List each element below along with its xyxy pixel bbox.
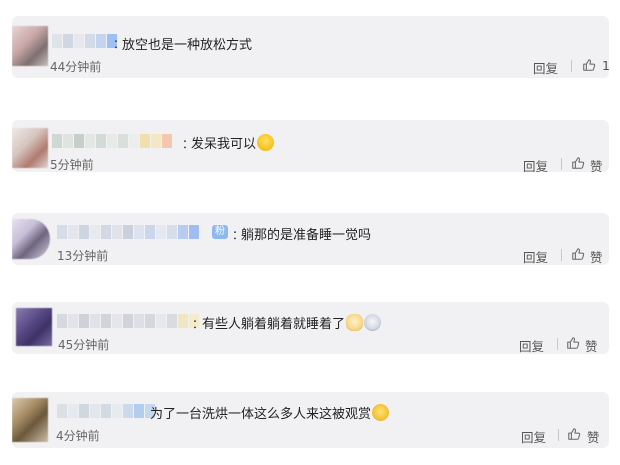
comment-time: 5分钟前 xyxy=(50,158,94,172)
comment-text-body: 发呆我可以 xyxy=(191,137,257,152)
avatar[interactable] xyxy=(12,219,50,259)
fan-badge: 粉 xyxy=(212,225,228,239)
like-count[interactable]: 1 xyxy=(602,58,609,73)
username-mosaic[interactable] xyxy=(57,314,199,328)
reply-button[interactable]: 回复 xyxy=(523,247,548,265)
comment-card: 粉 ： 躺那的是准备睡一觉吗 13分钟前 回复 赞 xyxy=(12,213,609,265)
divider xyxy=(561,249,562,261)
thumbs-up-icon[interactable] xyxy=(571,156,585,170)
comment-card: 为了一台洗烘一体这么多人来这被观赏 4分钟前 回复 赞 xyxy=(12,392,609,448)
username-mosaic[interactable] xyxy=(52,34,117,48)
comment-text-body: 为了一台洗烘一体这么多人来这被观赏 xyxy=(150,407,372,422)
comment-time: 13分钟前 xyxy=(57,249,109,263)
thumbs-up-icon[interactable] xyxy=(571,247,585,261)
comment-card: ： 有些人躺着躺着就睡着了 45分钟前 回复 赞 xyxy=(12,302,609,354)
comment-time: 4分钟前 xyxy=(56,429,100,443)
comment-text-body: 有些人躺着躺着就睡着了 xyxy=(202,317,346,332)
comment-text: 放空也是一种放松方式 xyxy=(122,38,253,53)
username-mosaic[interactable] xyxy=(57,404,155,418)
like-label[interactable]: 赞 xyxy=(590,156,603,172)
reply-button[interactable]: 回复 xyxy=(523,156,548,172)
like-label[interactable]: 赞 xyxy=(587,427,600,446)
comment-time: 44分钟前 xyxy=(50,60,102,74)
comment-card: ： 发呆我可以 5分钟前 回复 赞 xyxy=(12,120,609,172)
cat-emoji-icon xyxy=(346,314,364,331)
divider xyxy=(561,158,562,170)
reply-button[interactable]: 回复 xyxy=(521,427,546,446)
dizzy-emoji-icon xyxy=(364,314,382,331)
comment-time: 45分钟前 xyxy=(58,338,110,352)
avatar[interactable] xyxy=(12,26,48,66)
thumbs-up-icon[interactable] xyxy=(582,58,596,72)
username-mosaic[interactable] xyxy=(57,225,199,239)
thumbs-up-icon[interactable] xyxy=(567,427,581,441)
comment-text: 躺那的是准备睡一觉吗 xyxy=(241,228,372,243)
thumbs-up-icon[interactable] xyxy=(566,336,580,350)
comment-text: 有些人躺着躺着就睡着了 xyxy=(202,313,382,332)
comment-text: 为了一台洗烘一体这么多人来这被观赏 xyxy=(150,403,390,422)
comment-card: ： 放空也是一种放松方式 44分钟前 回复 1 xyxy=(12,16,609,78)
like-label[interactable]: 赞 xyxy=(590,247,603,265)
divider xyxy=(571,60,572,72)
divider xyxy=(557,338,558,350)
avatar[interactable] xyxy=(16,308,52,346)
reply-button[interactable]: 回复 xyxy=(519,336,544,354)
avatar[interactable] xyxy=(12,398,48,442)
username-mosaic[interactable] xyxy=(52,134,172,148)
comment-text: 发呆我可以 xyxy=(191,133,275,152)
laughing-emoji-icon xyxy=(257,134,275,151)
divider xyxy=(558,429,559,441)
avatar[interactable] xyxy=(12,128,48,168)
reply-button[interactable]: 回复 xyxy=(533,58,558,77)
like-label[interactable]: 赞 xyxy=(585,336,598,354)
crying-laugh-emoji-icon xyxy=(372,404,390,421)
